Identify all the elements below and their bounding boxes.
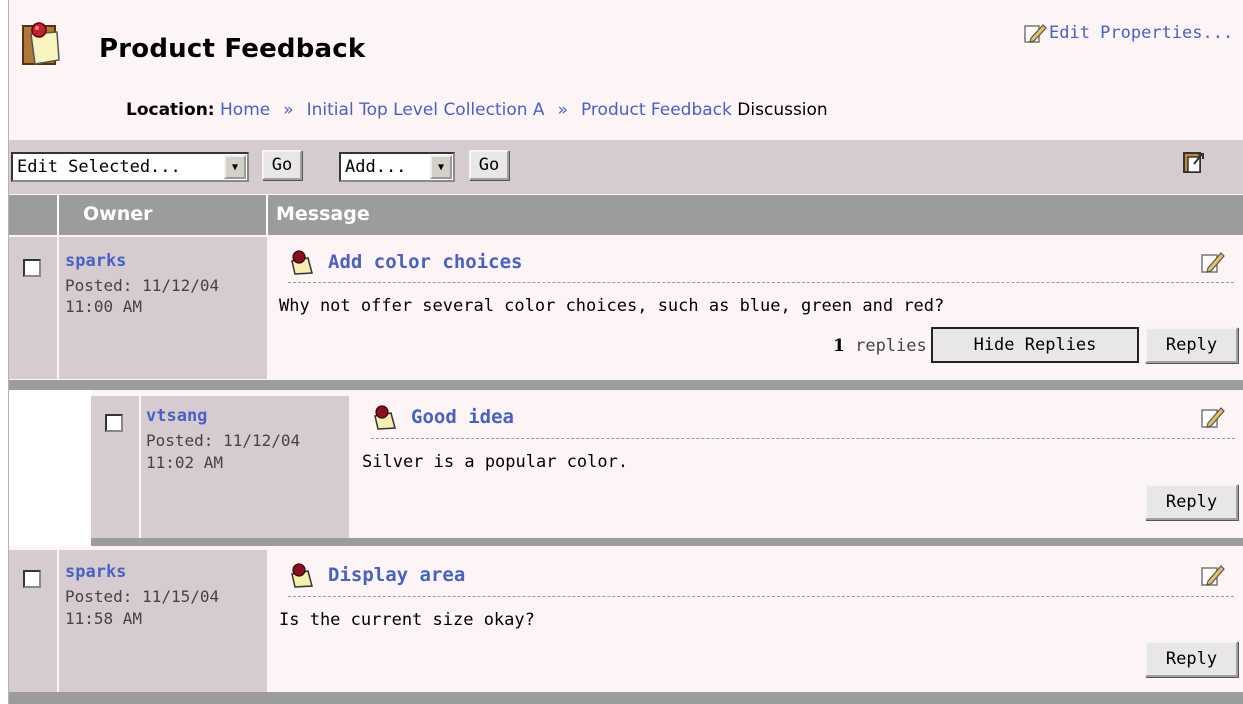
- breadcrumb-separator: »: [557, 100, 568, 120]
- discussion-page: Product Feedback Edit Properties... Loca…: [8, 0, 1243, 704]
- hide-replies-button[interactable]: Hide Replies: [931, 327, 1139, 363]
- replies-label: replies: [855, 336, 927, 356]
- post-subject[interactable]: Good idea: [411, 406, 514, 428]
- post-subject[interactable]: Display area: [328, 564, 465, 586]
- row-checkbox[interactable]: [23, 259, 41, 277]
- column-divider: [57, 195, 59, 235]
- reply-button[interactable]: Reply: [1145, 327, 1238, 363]
- row-checkbox[interactable]: [105, 414, 123, 432]
- edit-properties-label[interactable]: Edit Properties...: [1049, 23, 1233, 43]
- chevron-down-icon[interactable]: ▼: [430, 155, 452, 179]
- reply-button[interactable]: Reply: [1145, 484, 1238, 520]
- pushpin-note-icon: [291, 563, 313, 588]
- post-body: Why not offer several color choices, suc…: [279, 296, 945, 316]
- breadcrumb: Location: Home » Initial Top Level Collect…: [126, 100, 828, 120]
- posted-date: Posted: 11/12/04: [65, 276, 220, 295]
- post-subject-link[interactable]: Add color choices: [288, 249, 522, 275]
- post-subject-link[interactable]: Display area: [288, 562, 465, 588]
- owner-link[interactable]: sparks: [65, 251, 126, 271]
- breadcrumb-home[interactable]: Home: [220, 100, 270, 120]
- post-body: Silver is a popular color.: [362, 452, 629, 472]
- column-message: Message: [276, 203, 370, 225]
- owner-link[interactable]: sparks: [65, 562, 126, 582]
- pencil-edit-icon[interactable]: [1199, 249, 1225, 275]
- breadcrumb-suffix: Discussion: [737, 100, 828, 120]
- location-label: Location:: [126, 100, 215, 120]
- divider: [288, 596, 1234, 597]
- breadcrumb-separator: »: [283, 100, 294, 120]
- table-row: vtsang Posted: 11/12/04 11:02 AM Good id…: [9, 390, 1243, 546]
- row-separator: [9, 692, 1243, 704]
- row-separator: [91, 538, 1243, 546]
- pencil-edit-icon[interactable]: [1199, 404, 1225, 430]
- chevron-down-icon[interactable]: ▼: [224, 155, 246, 179]
- page-header: Product Feedback Edit Properties... Loca…: [9, 0, 1243, 140]
- column-divider: [266, 195, 268, 235]
- pencil-edit-icon[interactable]: [1199, 562, 1225, 588]
- replies-count: 1 replies: [833, 336, 927, 356]
- edit-properties-link[interactable]: Edit Properties...: [1023, 22, 1233, 44]
- post-subject-link[interactable]: Good idea: [371, 404, 514, 430]
- indent-spacer: [9, 390, 91, 546]
- post-body: Is the current size okay?: [279, 610, 535, 630]
- export-icon[interactable]: [1183, 150, 1205, 174]
- toolbar: Edit Selected... ▼ Go Add... ▼ Go: [9, 140, 1243, 194]
- posted-date: Posted: 11/12/04: [146, 431, 301, 450]
- go-button[interactable]: Go: [262, 150, 302, 180]
- breadcrumb-collection[interactable]: Initial Top Level Collection A: [307, 100, 545, 120]
- posted-time: 11:00 AM: [65, 297, 143, 316]
- post-subject[interactable]: Add color choices: [328, 251, 522, 273]
- add-value: Add...: [345, 157, 407, 177]
- table-header: Owner Message: [9, 195, 1243, 235]
- pushpin-note-icon: [291, 250, 313, 275]
- edit-selected-value: Edit Selected...: [17, 157, 181, 177]
- column-owner: Owner: [83, 203, 153, 225]
- edit-selected-dropdown[interactable]: Edit Selected... ▼: [11, 152, 249, 182]
- go-button-2[interactable]: Go: [469, 150, 509, 180]
- pencil-edit-icon: [1024, 24, 1047, 43]
- row-separator: [9, 380, 1243, 390]
- breadcrumb-product-feedback[interactable]: Product Feedback: [581, 100, 732, 120]
- discussion-pin-icon: [22, 22, 60, 65]
- divider: [288, 282, 1234, 283]
- posted-time: 11:58 AM: [65, 609, 143, 628]
- reply-button[interactable]: Reply: [1145, 641, 1238, 677]
- row-checkbox[interactable]: [23, 570, 41, 588]
- table-row: sparks Posted: 11/12/04 11:00 AM Add col…: [9, 237, 1243, 382]
- pushpin-note-icon: [374, 405, 396, 430]
- divider: [371, 438, 1235, 439]
- posted-time: 11:02 AM: [146, 453, 224, 472]
- owner-link[interactable]: vtsang: [146, 406, 207, 426]
- replies-number: 1: [833, 336, 845, 356]
- posted-date: Posted: 11/15/04: [65, 587, 220, 606]
- page-title: Product Feedback: [99, 34, 366, 64]
- table-row: sparks Posted: 11/15/04 11:58 AM Display…: [9, 550, 1243, 695]
- add-dropdown[interactable]: Add... ▼: [339, 152, 455, 182]
